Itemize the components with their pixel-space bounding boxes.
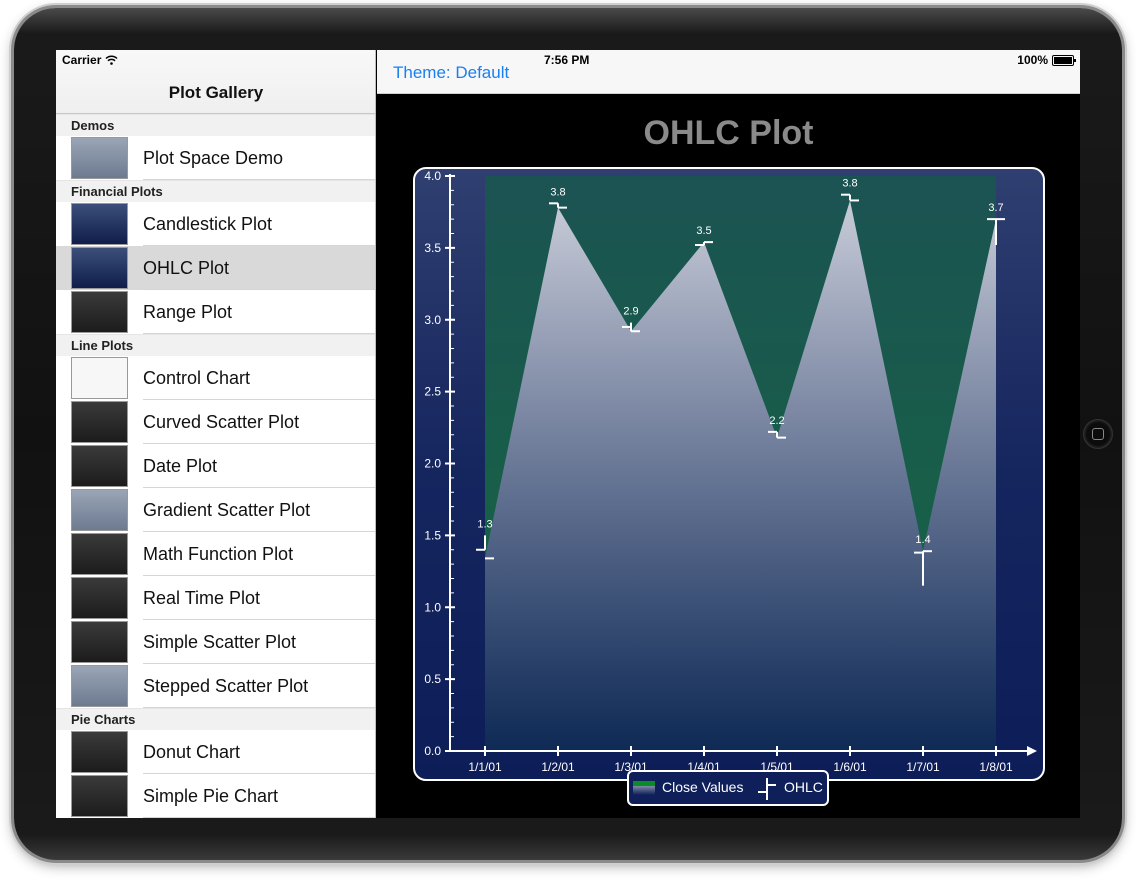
home-button[interactable] [1083,419,1113,449]
row-divider [143,333,375,334]
data-label: 1.4 [915,534,930,546]
row-divider [143,817,375,818]
list-item-label: Candlestick Plot [143,214,273,234]
list-item[interactable]: Stepped Scatter Plot [56,664,375,708]
row-divider [143,707,375,708]
plot-thumbnail [71,775,128,817]
master-nav-bar: Carrier Plot Gallery [56,50,375,114]
list-item-label: Date Plot [143,456,218,476]
plot-thumbnail [71,489,128,531]
list-item-label: Math Function Plot [143,544,294,564]
list-item[interactable]: Control Chart [56,356,375,400]
plot-thumbnail [71,401,128,443]
y-tick-label: 3.0 [424,313,441,327]
y-tick-label: 4.0 [424,169,441,183]
detail-panel: Theme: Default 7:56 PM 100% OHLC Plot 0.… [377,50,1080,818]
list-item-label: Plot Space Demo [143,148,284,168]
x-tick-label: 1/2/01 [541,760,575,774]
master-panel: Carrier Plot Gallery Demos Plot Space Dem… [56,50,376,818]
data-label: 3.8 [550,186,565,198]
screen: Carrier Plot Gallery Demos Plot Space Dem… [56,50,1080,818]
section-header: Financial Plots [56,180,375,202]
list-item-label: Range Plot [143,302,233,322]
plot-thumbnail [71,665,128,707]
list-item-label: Real Time Plot [143,588,261,608]
page-title: Plot Gallery [168,83,264,102]
data-label: 3.8 [842,178,857,190]
plot-thumbnail [71,731,128,773]
data-label: 2.2 [769,415,784,427]
list-item-label: Gradient Scatter Plot [143,500,311,520]
carrier-label: Carrier [62,53,102,67]
list-item-label: Donut Chart [143,742,241,762]
list-item[interactable]: Simple Pie Chart [56,774,375,818]
x-tick-label: 1/1/01 [468,760,502,774]
plot-thumbnail [71,621,128,663]
list-item-label: Simple Scatter Plot [143,632,297,652]
list-item-label: Simple Pie Chart [143,786,279,806]
list-item[interactable]: Math Function Plot [56,532,375,576]
plot-thumbnail [71,247,128,289]
x-tick-label: 1/8/01 [979,760,1013,774]
data-label: 1.3 [477,518,492,530]
list-item[interactable]: Date Plot [56,444,375,488]
data-label: 3.5 [696,225,711,237]
y-tick-label: 1.5 [424,528,441,542]
plot-thumbnail [71,577,128,619]
y-tick-label: 0.5 [424,672,441,686]
list-item[interactable]: Plot Space Demo [56,136,375,180]
x-tick-label: 1/6/01 [833,760,867,774]
legend-close-swatch-top [633,781,655,786]
y-tick-label: 1.0 [424,600,441,614]
list-item[interactable]: Donut Chart [56,730,375,774]
plot-thumbnail [71,137,128,179]
y-tick-label: 2.0 [424,457,441,471]
plot-list: Demos Plot Space Demo Financial Plots Candl… [56,114,375,818]
list-item[interactable]: Curved Scatter Plot [56,400,375,444]
y-tick-label: 2.5 [424,385,441,399]
section-header: Pie Charts [56,708,375,730]
list-item[interactable]: Simple Scatter Plot [56,620,375,664]
plot-thumbnail [71,445,128,487]
plot-thumbnail [71,357,128,399]
section-header: Demos [56,114,375,136]
plot-thumbnail [71,291,128,333]
status-carrier: Carrier [62,53,118,67]
y-tick-label: 0.0 [424,744,441,758]
list-item-label: Stepped Scatter Plot [143,676,309,696]
x-tick-label: 1/7/01 [906,760,940,774]
legend-label: Close Values [662,779,743,795]
list-item[interactable]: Real Time Plot [56,576,375,620]
list-item[interactable]: Range Plot [56,290,375,334]
data-label: 3.7 [988,202,1003,214]
list-item-label: OHLC Plot [143,258,230,278]
list-item[interactable]: Gradient Scatter Plot [56,488,375,532]
list-item[interactable]: Candlestick Plot [56,202,375,246]
list-item-label: Curved Scatter Plot [143,412,300,432]
ohlc-chart[interactable]: 0.0 0.5 1.0 1.5 2.0 2.5 3.0 3.5 4.0 1/1/01 1/2/01 1… [377,50,1080,818]
section-header: Line Plots [56,334,375,356]
list-item[interactable]: OHLC Plot [56,246,375,290]
plot-thumbnail [71,203,128,245]
data-label: 2.9 [623,306,638,318]
row-divider [143,179,375,180]
legend-label: OHLC [784,779,823,795]
plot-thumbnail [71,533,128,575]
wifi-icon [105,55,118,65]
y-tick-label: 3.5 [424,241,441,255]
list-item-label: Control Chart [143,368,251,388]
